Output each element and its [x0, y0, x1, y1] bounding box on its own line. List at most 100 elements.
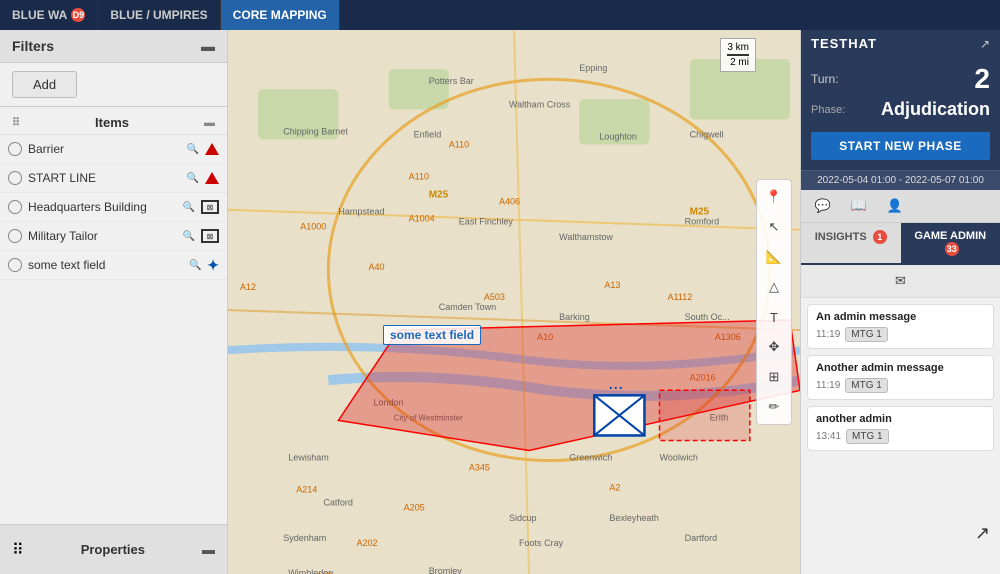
tab-blue-wa[interactable]: BLUE WA D9 — [0, 0, 98, 30]
mail-icon[interactable]: ✉ — [887, 269, 915, 293]
svg-text:M25: M25 — [690, 207, 710, 218]
message-meta: 11:19 MTG 1 — [816, 378, 985, 393]
svg-text:Chigwell: Chigwell — [690, 129, 724, 139]
item-name-military-tailor: Military Tailor — [28, 229, 180, 243]
svg-text:Foots Cray: Foots Cray — [519, 538, 564, 548]
svg-text:East Finchley: East Finchley — [459, 217, 514, 227]
item-checkbox[interactable] — [8, 200, 22, 214]
turn-number: 2 — [974, 63, 990, 95]
svg-text:A503: A503 — [484, 292, 505, 302]
tab-core-mapping[interactable]: CORE MAPPING — [221, 0, 340, 30]
person-icon[interactable]: 👤 — [881, 194, 909, 218]
phase-label: Phase: — [811, 104, 845, 116]
svg-text:Walthamstow: Walthamstow — [559, 232, 613, 242]
item-name-barrier: Barrier — [28, 142, 184, 156]
search-icon[interactable]: 🔍 — [186, 256, 204, 274]
message-title: An admin message — [816, 311, 985, 323]
item-checkbox[interactable] — [8, 229, 22, 243]
svg-text:A40: A40 — [368, 262, 384, 272]
measure-tool[interactable]: 📐 — [761, 244, 787, 270]
right-panel-header: TESTHAT ↗ — [801, 30, 1000, 57]
turn-label: Turn: — [811, 72, 839, 86]
items-grid-icon: ⠿ — [12, 116, 20, 129]
item-icons: 🔍 ⊠ — [180, 198, 219, 216]
date-range: 2022-05-04 01:00 - 2022-05-07 01:00 — [801, 170, 1000, 190]
message-tag: MTG 1 — [845, 327, 888, 342]
speech-bubble-icon[interactable]: 💬 — [809, 194, 837, 218]
start-new-phase-button[interactable]: START NEW PHASE — [811, 132, 990, 160]
add-btn-container: Add — [0, 63, 227, 107]
scale-3km: 3 km — [727, 42, 749, 56]
filters-title: Filters — [12, 38, 54, 54]
svg-text:Bromley: Bromley — [429, 566, 463, 574]
properties-collapse-icon[interactable]: ▬ — [202, 542, 215, 557]
map-area[interactable]: Potters Bar Epping Waltham Cross Chippin… — [228, 30, 800, 574]
svg-text:A205: A205 — [404, 503, 425, 513]
search-icon[interactable]: 🔍 — [180, 227, 198, 245]
item-icons: 🔍 ⊠ — [180, 227, 219, 245]
game-admin-label: GAME ADMIN — [914, 230, 986, 242]
item-checkbox[interactable] — [8, 258, 22, 272]
edit-tool[interactable]: ✏ — [761, 394, 787, 420]
item-icons: 🔍 ✦ — [186, 256, 219, 274]
add-button[interactable]: Add — [12, 71, 77, 98]
map-toolbar: 📍 ↖ 📐 △ T ✥ ⊞ ✏ — [756, 179, 792, 425]
svg-text:A2: A2 — [609, 483, 620, 493]
item-checkbox[interactable] — [8, 142, 22, 156]
svg-text:A12: A12 — [240, 282, 256, 292]
tab-core-mapping-label: CORE MAPPING — [233, 8, 327, 22]
item-name-hq: Headquarters Building — [28, 200, 180, 214]
text-tool[interactable]: T — [761, 304, 787, 330]
search-icon[interactable]: 🔍 — [184, 140, 202, 158]
svg-text:Hampstead: Hampstead — [338, 207, 384, 217]
svg-text:A202: A202 — [356, 538, 377, 548]
svg-text:A1112: A1112 — [668, 292, 693, 302]
insights-badge: 1 — [873, 230, 887, 244]
properties-section: ⠿ Properties ▬ — [0, 524, 227, 574]
svg-text:A1004: A1004 — [409, 214, 435, 224]
tab-blue-umpires[interactable]: BLUE / UMPIRES — [98, 0, 220, 30]
export-icon[interactable]: ↗ — [980, 37, 990, 51]
barrier-symbol — [205, 143, 219, 155]
mail-icon-row: ✉ — [801, 265, 1000, 298]
svg-text:A13: A13 — [604, 280, 620, 290]
message-time: 11:19 — [816, 380, 840, 391]
book-icon[interactable]: 📖 — [845, 194, 873, 218]
items-filter-icon[interactable]: ▬ — [204, 117, 215, 129]
move-tool[interactable]: ✥ — [761, 334, 787, 360]
item-name-text-field: some text field — [28, 258, 186, 272]
svg-text:M25: M25 — [429, 190, 449, 201]
svg-text:Greenwich: Greenwich — [569, 453, 612, 463]
item-name-start-line: START LINE — [28, 171, 184, 185]
item-checkbox[interactable] — [8, 171, 22, 185]
messages-area: An admin message 11:19 MTG 1 Another adm… — [801, 298, 1000, 574]
map-text-field-label: some text field — [383, 325, 481, 345]
phase-row: Phase: Adjudication — [811, 99, 990, 120]
svg-text:A345: A345 — [469, 463, 490, 473]
top-navigation: BLUE WA D9 BLUE / UMPIRES CORE MAPPING — [0, 0, 1000, 30]
list-item: Barrier 🔍 — [0, 135, 227, 164]
draw-polygon-tool[interactable]: △ — [761, 274, 787, 300]
filters-header: Filters ▬ — [0, 30, 227, 63]
zoom-fit-tool[interactable]: ⊞ — [761, 364, 787, 390]
message-card: An admin message 11:19 MTG 1 — [807, 304, 994, 349]
svg-text:Lewisham: Lewisham — [288, 453, 329, 463]
list-item: START LINE 🔍 — [0, 164, 227, 193]
cursor-tool[interactable]: ↖ — [761, 214, 787, 240]
message-card: another admin 13:41 MTG 1 — [807, 406, 994, 451]
list-item: Military Tailor 🔍 ⊠ — [0, 222, 227, 251]
tab-game-admin[interactable]: GAME ADMIN 33 — [901, 223, 1000, 263]
panel-tabs-icons: 💬 📖 👤 — [801, 190, 1000, 223]
svg-text:Romford: Romford — [685, 217, 720, 227]
location-pin-tool[interactable]: 📍 — [761, 184, 787, 210]
svg-text:Camden Town: Camden Town — [439, 302, 496, 312]
filters-collapse-icon[interactable]: ▬ — [201, 38, 215, 54]
search-icon[interactable]: 🔍 — [184, 169, 202, 187]
svg-text:Sydenham: Sydenham — [283, 533, 326, 543]
svg-text:A406: A406 — [499, 197, 520, 207]
right-panel: TESTHAT ↗ Turn: 2 Phase: Adjudication ST… — [800, 30, 1000, 574]
search-icon[interactable]: 🔍 — [180, 198, 198, 216]
tab-insights[interactable]: INSIGHTS 1 — [801, 223, 901, 263]
svg-text:A110: A110 — [449, 139, 469, 149]
left-sidebar: Filters ▬ Add ⠿ Items ▬ Barrier 🔍 — [0, 30, 228, 574]
